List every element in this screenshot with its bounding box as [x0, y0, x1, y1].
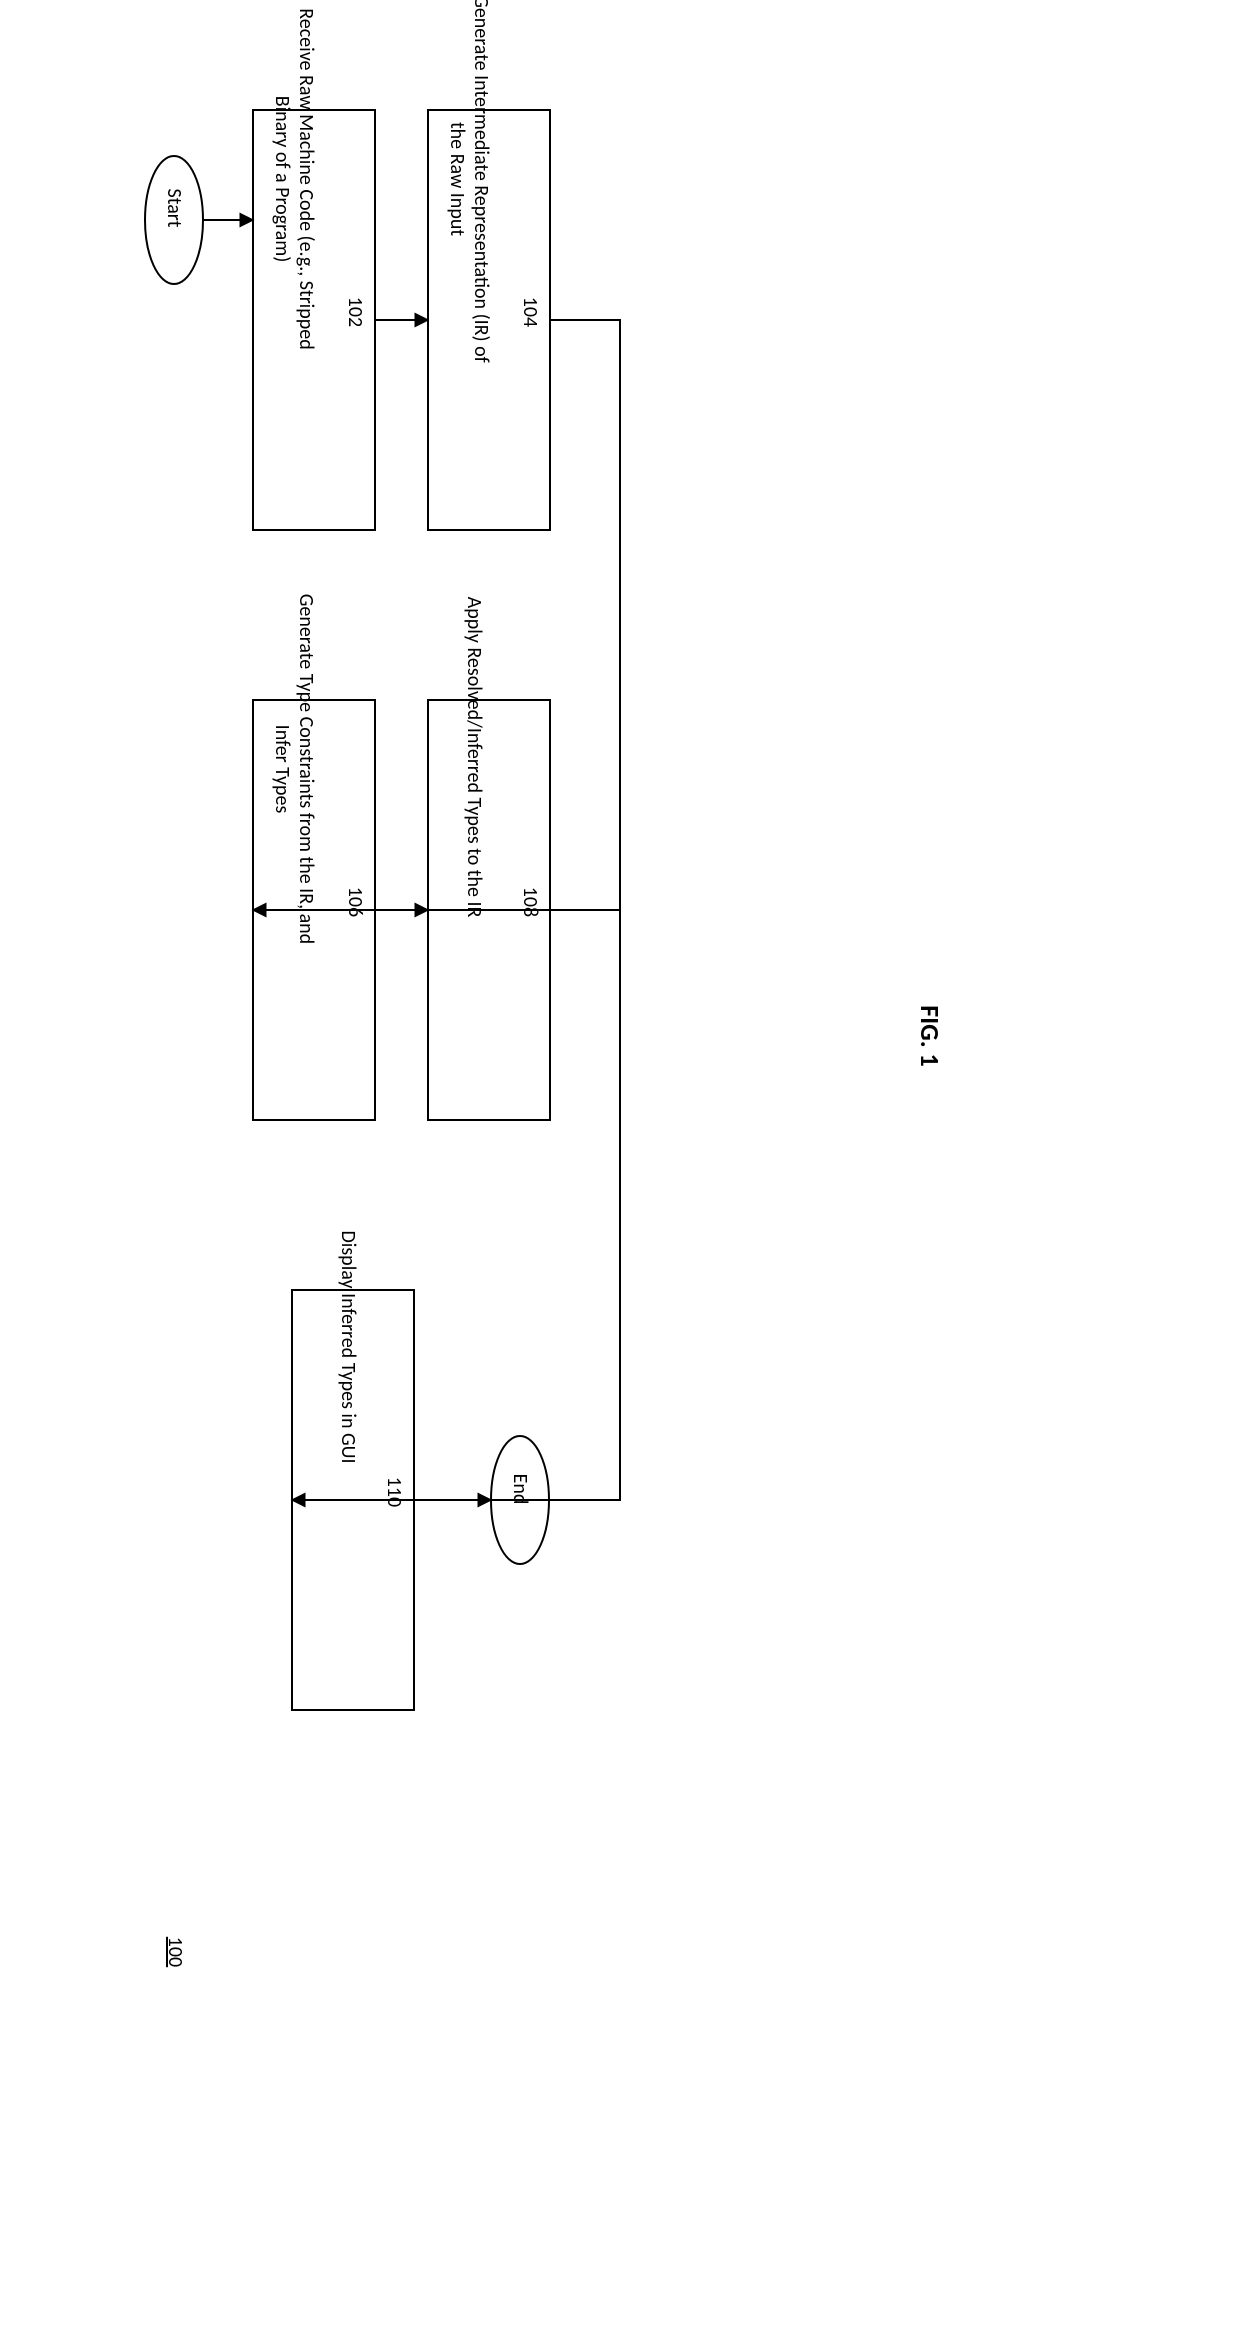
- box-104-number: 104: [518, 282, 542, 342]
- box-106-label: Generate Type Constraints from the IR, a…: [270, 579, 318, 959]
- flowchart-stage: 100 FIG. 1 Start Receive Raw Machine Cod…: [0, 0, 1240, 2338]
- figure-label: FIG. 1: [914, 986, 946, 1086]
- box-108-label: Apply Resolved/Inferred Types to the IR: [462, 567, 486, 947]
- box-110-number: 110: [382, 1462, 406, 1522]
- flowchart-svg: [0, 0, 1240, 2338]
- end-label: End: [508, 1466, 532, 1512]
- start-label: Start: [162, 182, 186, 234]
- box-106-number: 106: [343, 872, 367, 932]
- box-102-label: Receive Raw Machine Code (e.g., Stripped…: [270, 0, 318, 369]
- box-104-label: Generate Intermediate Representation (IR…: [445, 0, 493, 374]
- box-110-label: Display Inferred Types in GUI: [336, 1157, 360, 1537]
- box-102-number: 102: [343, 282, 367, 342]
- box-108-number: 108: [518, 872, 542, 932]
- page-number: 100: [163, 1927, 187, 1977]
